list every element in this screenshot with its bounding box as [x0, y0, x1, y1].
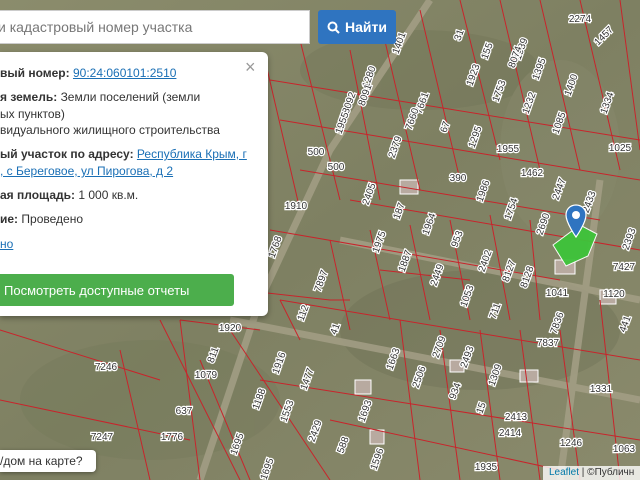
land-category-label: я земель: [0, 90, 58, 104]
parcel-label: 1246 [560, 438, 583, 449]
parcel-label: 7247 [91, 432, 114, 443]
parcel-label: 2414 [499, 428, 522, 439]
search-button[interactable]: Найти [318, 10, 396, 44]
map-attribution: Leaflet | ©Публичн [543, 466, 640, 480]
status-label: ие: [0, 212, 19, 226]
area-row: ая площадь: 1 000 кв.м. [0, 188, 138, 202]
parcel-label: 390 [450, 173, 467, 184]
parcel-label: 500 [328, 162, 345, 173]
cadastral-number-link[interactable]: 90:24:060101:2510 [73, 66, 176, 80]
land-category-value: Земли поселений (земли [60, 90, 201, 104]
parcel-label: 1955 [497, 144, 520, 155]
map-pin-icon[interactable] [565, 204, 587, 238]
area-label: ая площадь: [0, 188, 75, 202]
parcel-label: 1063 [613, 444, 636, 455]
land-category-value-line-2: ых пунктов) [0, 107, 65, 121]
parcel-info-popup: × вый номер: 90:24:060101:2510 я земель:… [0, 52, 268, 316]
status-value: Проведено [21, 212, 83, 226]
find-house-button[interactable]: /дом на карте? [0, 450, 96, 472]
search-icon [327, 21, 340, 34]
parcel-label: 1462 [521, 168, 544, 179]
parcel-label: 1776 [161, 432, 184, 443]
parcel-label: 2413 [505, 412, 528, 423]
address-row: ый участок по адресу: Республика Крым, г [0, 147, 247, 161]
parcel-label: 500 [308, 147, 325, 158]
address-link-line-2[interactable]: , с Береговое, ул Пирогова, д 2 [0, 164, 173, 178]
area-value: 1 000 кв.м. [78, 188, 139, 202]
attribution-separator: | © [579, 467, 595, 478]
address-label: ый участок по адресу: [0, 147, 134, 161]
leaflet-link[interactable]: Leaflet [549, 467, 579, 478]
parcel-label: 2274 [569, 14, 592, 25]
address-link[interactable]: Республика Крым, г [137, 147, 247, 161]
parcel-label: 7837 [537, 338, 560, 349]
parcel-label: 7427 [613, 262, 636, 273]
parcel-label: 1025 [609, 143, 632, 154]
search-input[interactable] [0, 10, 310, 44]
address-link-continued[interactable]: , с Береговое, ул Пирогова, д 2 [0, 164, 173, 178]
land-category-row: я земель: Земли поселений (земли [0, 90, 200, 104]
cadastral-number-row: вый номер: 90:24:060101:2510 [0, 66, 176, 80]
parcel-label: 1935 [475, 462, 498, 473]
parcel-label: 637 [176, 406, 193, 417]
more-info-link[interactable]: но [0, 237, 13, 251]
parcel-label: 1079 [195, 370, 218, 381]
land-use-value: видуального жилищного строительства [0, 123, 220, 137]
close-icon[interactable]: × [245, 58, 256, 76]
more-info-row[interactable]: но [0, 237, 13, 251]
parcel-label: 7246 [95, 362, 118, 373]
view-reports-button[interactable]: Посмотреть доступные отчеты [0, 274, 234, 306]
parcel-label: 1041 [546, 288, 569, 299]
parcel-label: 1120 [603, 289, 625, 300]
search-button-label: Найти [345, 19, 387, 35]
attribution-source: Публичн [594, 467, 635, 478]
status-row: ие: Проведено [0, 212, 83, 226]
parcel-label: 1920 [219, 323, 242, 334]
parcel-label: 1331 [590, 384, 613, 395]
parcel-label: 1910 [285, 201, 308, 212]
cadastral-number-label: вый номер: [0, 66, 70, 80]
